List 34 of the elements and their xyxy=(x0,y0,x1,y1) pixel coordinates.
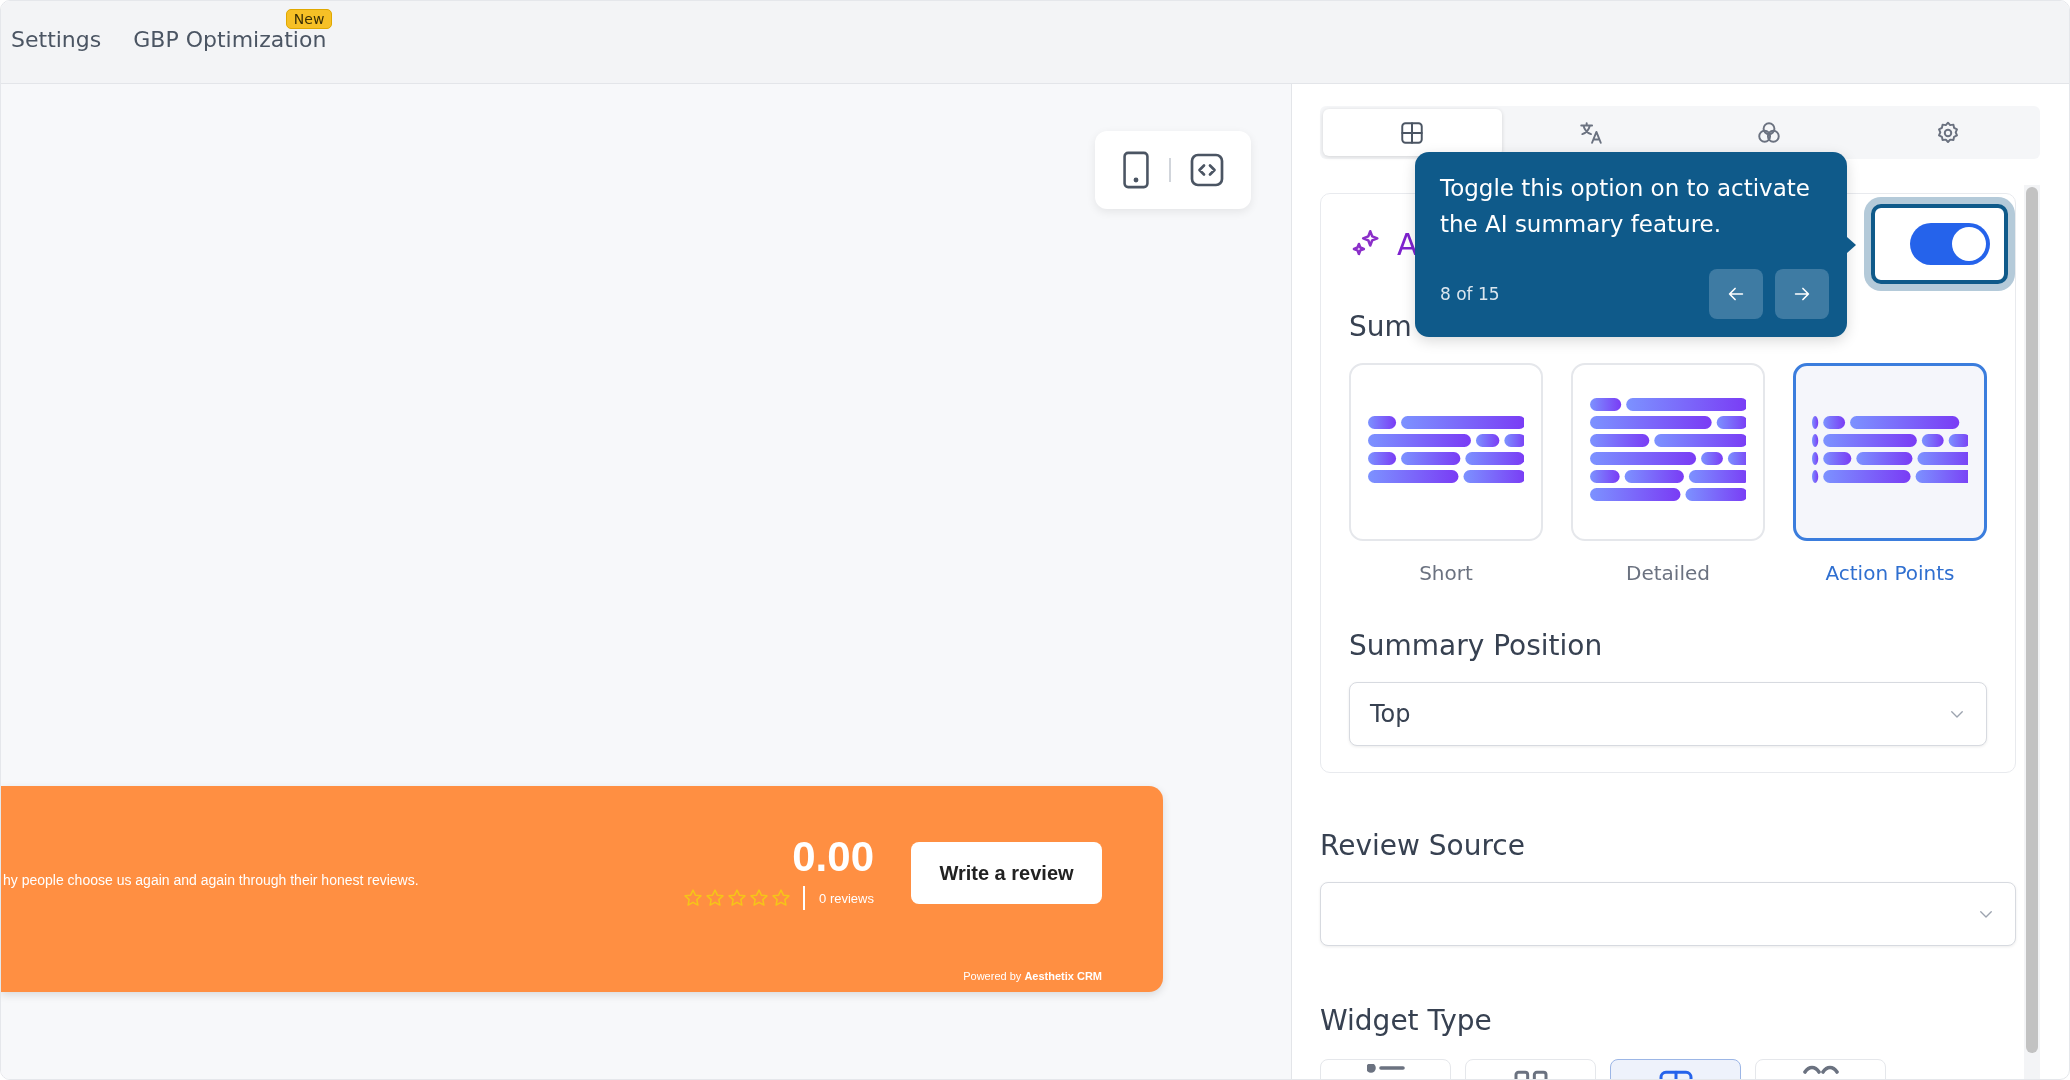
section-heading: Widget Type xyxy=(1320,1004,1493,1037)
option-label: Detailed xyxy=(1626,561,1710,585)
star-icon xyxy=(683,888,704,908)
write-review-button[interactable]: Write a review xyxy=(911,842,1102,904)
circles-icon xyxy=(1756,119,1783,146)
section-title: A xyxy=(1397,226,1418,262)
scrollbar[interactable] xyxy=(2024,185,2040,1079)
new-badge: New xyxy=(285,9,333,29)
tab[interactable] xyxy=(1323,109,1502,156)
nav-link[interactable]: GBP Optimization xyxy=(133,27,327,52)
step-counter: 8 of 15 xyxy=(1440,284,1501,304)
star-icon xyxy=(749,888,770,908)
star-icon xyxy=(727,888,748,908)
code-icon[interactable] xyxy=(1189,152,1225,188)
toggle-switch[interactable] xyxy=(1910,223,1990,265)
slides-icon xyxy=(1802,1064,1839,1076)
review-count: 0 reviews xyxy=(819,890,874,906)
option-label: Action Points xyxy=(1825,561,1955,585)
section-heading: Sum xyxy=(1349,310,1413,343)
mobile-icon[interactable] xyxy=(1121,150,1151,190)
section-heading: Review Source xyxy=(1320,829,1526,862)
nav-link[interactable]: Settings xyxy=(11,27,102,52)
option-label: Short xyxy=(1419,561,1473,585)
rating-score: 0.00 xyxy=(792,836,874,878)
star-icon xyxy=(771,888,792,908)
section-heading: Summary Position xyxy=(1349,629,1604,662)
powered-by-text: Powered by Aesthetix CRM xyxy=(963,970,1102,984)
grid-icon xyxy=(1399,119,1426,146)
star-icon xyxy=(705,888,726,908)
banner-text: hy people choose us again and again through their honest reviews. xyxy=(3,872,420,888)
position-dropdown[interactable]: Top xyxy=(1349,682,1987,746)
summary-type-option[interactable] xyxy=(1793,363,1987,541)
tooltip-text: Toggle this option on to activate the AI summary feature. xyxy=(1440,174,1811,239)
translate-icon xyxy=(1577,119,1604,146)
